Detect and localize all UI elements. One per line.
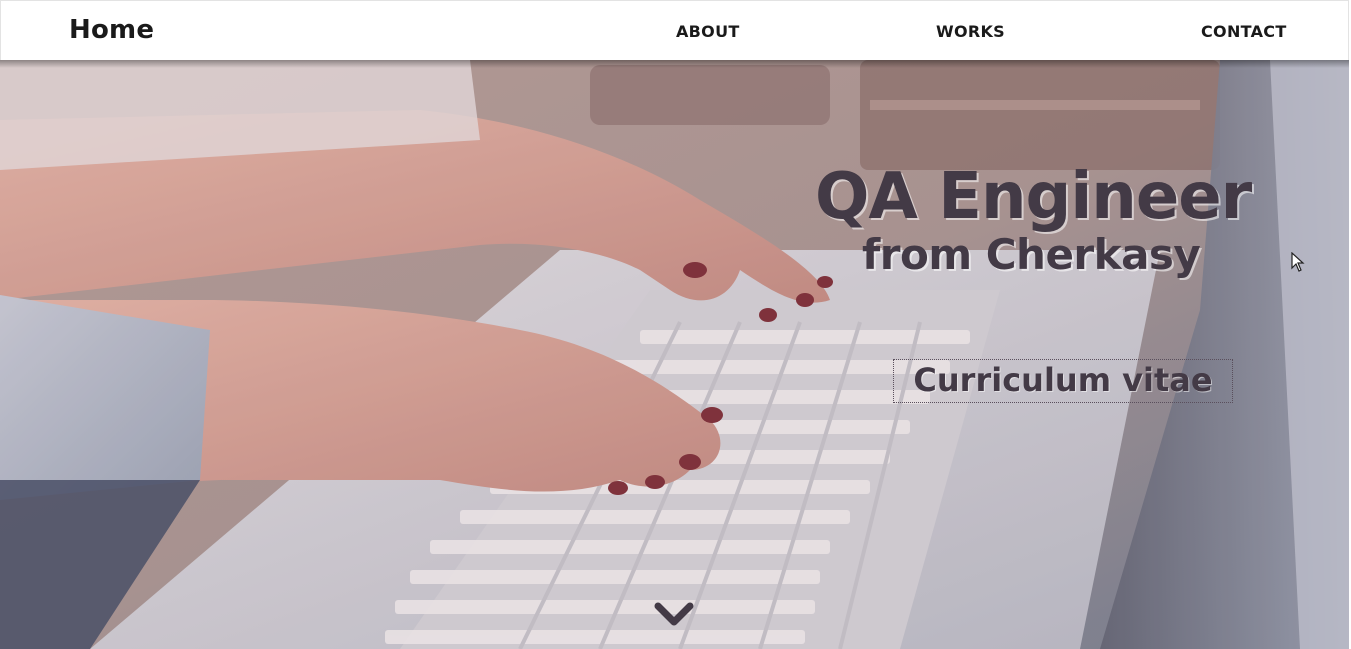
nav-link-contact[interactable]: CONTACT: [1201, 22, 1287, 41]
scroll-down-button[interactable]: [652, 600, 696, 630]
navbar: Home ABOUT WORKS CONTACT: [0, 0, 1349, 60]
hero-section: QA Engineer from Cherkasy Curriculum vit…: [0, 60, 1349, 649]
hero-subtitle: from Cherkasy: [862, 230, 1201, 279]
hero-top-shadow: [0, 60, 1349, 68]
hero-background-image: [0, 60, 1349, 649]
home-link[interactable]: Home: [69, 15, 154, 45]
nav-link-about[interactable]: ABOUT: [676, 22, 740, 41]
curriculum-vitae-link[interactable]: Curriculum vitae: [893, 359, 1233, 403]
mouse-cursor-icon: [1291, 252, 1305, 272]
hero-title: QA Engineer: [815, 160, 1252, 234]
chevron-down-icon: [654, 602, 694, 626]
nav-link-works[interactable]: WORKS: [936, 22, 1005, 41]
